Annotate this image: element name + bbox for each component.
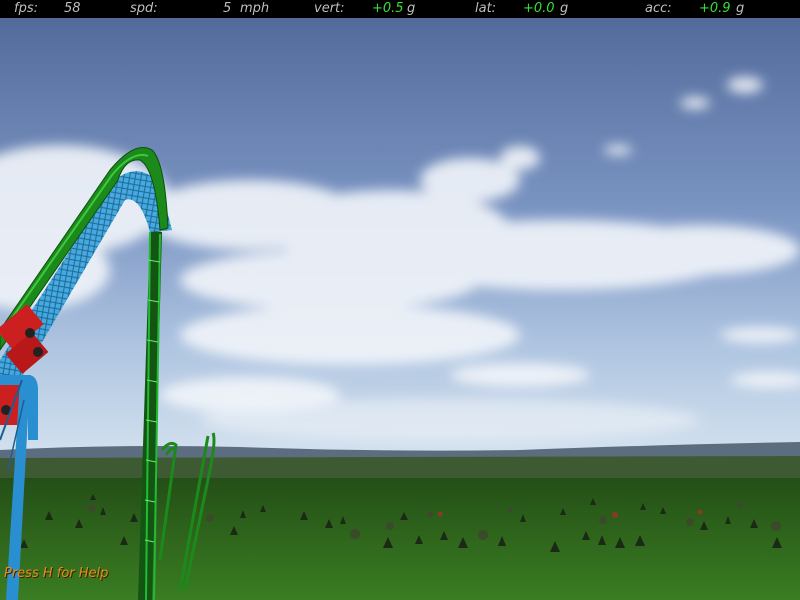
speed-unit: mph	[240, 1, 270, 16]
acceleration-label: acc:	[645, 1, 672, 16]
vertical-g-value: +0.5	[372, 1, 404, 16]
vertical-g-unit: g	[407, 1, 416, 16]
speed-value: 5	[223, 1, 232, 16]
ground	[0, 478, 800, 600]
acceleration-value: +0.9	[699, 1, 731, 16]
lateral-g-unit: g	[560, 1, 569, 16]
hud-bar: fps: 58 spd: 5 mph vert: +0.5 g lat: +0.…	[0, 0, 800, 18]
speed-label: spd:	[130, 1, 158, 16]
lateral-g-label: lat:	[475, 1, 497, 16]
fps-value: 58	[64, 1, 81, 16]
acceleration-unit: g	[736, 1, 745, 16]
fps-label: fps:	[14, 1, 38, 16]
game-viewport[interactable]	[0, 0, 800, 600]
vertical-g-label: vert:	[314, 1, 345, 16]
help-hint: Press H for Help	[4, 566, 109, 581]
lateral-g-value: +0.0	[523, 1, 555, 16]
